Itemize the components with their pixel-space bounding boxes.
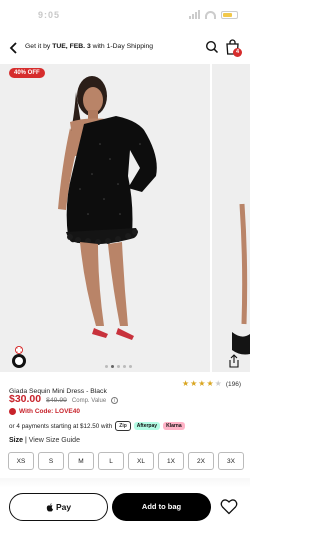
- star-icon: ★: [198, 379, 206, 388]
- size-option-2x[interactable]: 2X: [188, 452, 214, 470]
- product-info: Giada Sequin Mini Dress - Black ★ ★ ★ ★ …: [9, 380, 241, 396]
- afterpay-logo[interactable]: Afterpay: [133, 422, 161, 430]
- price-row: $30.00 $49.99 Comp. Value i: [9, 393, 119, 405]
- product-image[interactable]: [0, 64, 210, 372]
- shipping-date: TUE, FEB. 3: [52, 43, 91, 50]
- installments-row: or 4 payments starting at $12.50 with Zi…: [9, 421, 185, 431]
- installments-text: or 4 payments starting at $12.50 with: [9, 422, 113, 430]
- shipping-prefix: Get it by: [25, 43, 53, 50]
- gallery-dot: [111, 365, 114, 368]
- wifi-icon: [205, 10, 216, 19]
- info-icon[interactable]: i: [111, 397, 119, 404]
- divider: [0, 478, 250, 488]
- shipping-suffix: with 1-Day Shipping: [90, 43, 154, 50]
- gallery-dot: [123, 365, 126, 368]
- next-image-preview: [212, 64, 250, 372]
- shipping-message: Get it by TUE, FEB. 3 with 1-Day Shippin…: [25, 43, 153, 50]
- half-star-icon: ★: [206, 379, 214, 388]
- size-option-l[interactable]: L: [98, 452, 124, 470]
- sale-price: $30.00: [9, 393, 42, 405]
- add-to-bag-button[interactable]: Add to bag: [112, 493, 211, 521]
- original-price: $49.99: [46, 397, 67, 404]
- size-options: XS S M L XL 1X 2X 3X: [8, 452, 244, 470]
- chat-bubble-icon[interactable]: [11, 345, 27, 369]
- rating-count: (196): [225, 380, 241, 388]
- gallery-dot: [105, 365, 108, 368]
- back-arrow-icon[interactable]: [7, 41, 21, 55]
- size-header: Size | View Size Guide: [9, 437, 80, 444]
- bag-count-badge: 4: [233, 48, 242, 57]
- title-row: Giada Sequin Mini Dress - Black ★ ★ ★ ★ …: [9, 380, 241, 396]
- apple-pay-button[interactable]: Pay: [9, 493, 108, 521]
- share-icon[interactable]: [228, 354, 240, 368]
- search-icon[interactable]: [205, 40, 219, 54]
- size-option-xs[interactable]: XS: [8, 452, 34, 470]
- heart-icon[interactable]: [220, 498, 238, 515]
- shipping-header: Get it by TUE, FEB. 3 with 1-Day Shippin…: [0, 34, 250, 62]
- zip-logo[interactable]: Zip: [115, 421, 131, 431]
- size-label: Size: [9, 437, 24, 444]
- comp-value-label: Comp. Value: [71, 398, 107, 404]
- status-bar: 9:05: [0, 0, 250, 34]
- battery-icon: [221, 10, 238, 19]
- promo-code-text: With Code: LOVE40: [19, 408, 80, 415]
- rating[interactable]: ★ ★ ★ ★ ★ (196): [182, 380, 241, 388]
- apple-pay-label: Pay: [55, 502, 72, 512]
- size-option-m[interactable]: M: [68, 452, 94, 470]
- size-option-3x[interactable]: 3X: [218, 452, 244, 470]
- size-guide-link[interactable]: View Size Guide: [29, 437, 80, 444]
- klarna-logo[interactable]: Klarna: [163, 422, 185, 430]
- tag-icon: [9, 408, 16, 415]
- size-option-s[interactable]: S: [38, 452, 64, 470]
- star-icon: ★: [190, 379, 198, 388]
- discount-badge: 40% OFF: [9, 68, 45, 78]
- model-illustration: [0, 64, 210, 372]
- size-option-xl[interactable]: XL: [128, 452, 154, 470]
- star-empty-icon: ★: [214, 379, 222, 388]
- gallery-dot: [129, 365, 132, 368]
- status-icons: [189, 10, 238, 19]
- size-option-1x[interactable]: 1X: [158, 452, 184, 470]
- signal-icon: [189, 10, 200, 19]
- next-product-image[interactable]: [212, 64, 250, 372]
- status-time: 9:05: [38, 10, 61, 20]
- promo-code-row: With Code: LOVE40: [9, 408, 80, 415]
- apple-icon: [46, 502, 53, 511]
- star-icon: ★: [181, 379, 190, 388]
- gallery-dot: [117, 365, 120, 368]
- gallery-dots: [105, 365, 132, 368]
